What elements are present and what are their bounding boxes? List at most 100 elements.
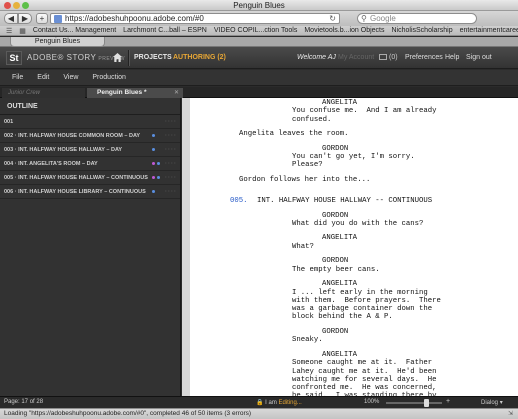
outline-item[interactable]: 002 · INT. HALFWAY HOUSE COMMON ROOM – D… <box>0 129 180 143</box>
doc-tab-penguin-blues[interactable]: Penguin Blues * ✕ <box>87 88 183 98</box>
my-account-link[interactable]: My Account <box>338 54 374 61</box>
dialogue-line[interactable]: with them. Before prayers. There <box>292 297 441 305</box>
lock-state: Editing... <box>278 400 302 406</box>
forward-button[interactable]: ▶ <box>18 13 32 24</box>
browser-tab[interactable]: Penguin Blues <box>10 37 105 47</box>
element-type-value: Dialog <box>481 400 499 406</box>
dialogue-line[interactable]: The empty beer cans. <box>292 266 380 274</box>
outline-item[interactable]: 004 · INT. ANGELITA'S ROOM – DAY ···· <box>0 157 180 171</box>
dialogue-line[interactable]: You confuse me. And I am already <box>292 107 437 115</box>
bookmark-item[interactable]: entertainmentcareers <box>460 27 518 34</box>
lock-prefix: I am <box>265 400 277 406</box>
nav-projects[interactable]: PROJECTS <box>134 54 172 61</box>
add-bookmark-button[interactable]: + <box>36 13 48 24</box>
back-arrow-icon: ◀ <box>7 14 15 23</box>
character-name[interactable]: ANGELITA <box>322 351 357 359</box>
zoom-value: 100% <box>364 399 380 405</box>
close-tab-icon[interactable]: ✕ <box>174 88 179 98</box>
outline-item-label: 001 <box>4 119 14 125</box>
dialogue-line[interactable]: Lahey caught me at it. He'd been <box>292 368 437 376</box>
character-name[interactable]: ANGELITA <box>322 280 357 288</box>
bookmark-item[interactable]: NicholisScholarship <box>392 27 453 34</box>
outline-item-handle-icon[interactable]: ···· <box>165 129 177 142</box>
outline-item[interactable]: 005 · INT. HALFWAY HOUSE HALLWAY – CONTI… <box>0 171 180 185</box>
bookmark-item[interactable]: Movietools.b...ion Objects <box>304 27 384 34</box>
lock-icon: 🔒 <box>256 400 264 406</box>
script-page[interactable]: ANGELITA You confuse me. And I am already… <box>190 98 518 396</box>
dialogue-line[interactable]: confronted me. He was concerned, <box>292 384 437 392</box>
outline-item[interactable]: 006 · INT. HALFWAY HOUSE LIBRARY – CONTI… <box>0 185 180 199</box>
character-name[interactable]: GORDON <box>322 257 348 265</box>
nav-authoring[interactable]: AUTHORING (2) <box>173 54 226 61</box>
character-name[interactable]: ANGELITA <box>322 99 357 107</box>
dialogue-line[interactable]: You can't go yet, I'm sorry. <box>292 153 415 161</box>
outline-title: OUTLINE <box>0 98 180 115</box>
character-name[interactable]: GORDON <box>322 212 348 220</box>
dialogue-line[interactable]: Sneaky. <box>292 336 323 344</box>
tag-dot-icon <box>152 176 155 179</box>
scene-number[interactable]: 005. <box>230 197 248 205</box>
zoom-slider[interactable] <box>386 399 442 407</box>
browser-status-bar: Loading "https://adobeshuhpoonu.adobe.co… <box>0 408 518 419</box>
address-bar[interactable]: https://adobeshuhpoonu.adobe.com/#0 ↻ <box>50 13 340 24</box>
dialogue-line[interactable]: was a garbage container down the <box>292 305 432 313</box>
help-link[interactable]: Help <box>445 54 459 61</box>
action-line[interactable]: Gordon follows her into the... <box>239 176 370 184</box>
dialogue-line[interactable]: confused. <box>292 116 331 124</box>
mail-icon[interactable] <box>379 54 387 60</box>
dialogue-line[interactable]: I ... left early in the morning <box>292 289 428 297</box>
character-name[interactable]: ANGELITA <box>322 234 357 242</box>
outline-item[interactable]: 001 ···· <box>0 115 180 129</box>
menu-production[interactable]: Production <box>92 74 125 81</box>
app-status-bar: Page: 17 of 28 🔒 I am Editing... 100% + … <box>0 396 518 408</box>
app-header: St ADOBE® STORY PREVIEW PROJECTS AUTHORIN… <box>0 47 518 69</box>
character-name[interactable]: GORDON <box>322 145 348 153</box>
script-workspace[interactable]: ANGELITA You confuse me. And I am already… <box>182 98 518 396</box>
dialogue-line[interactable]: watching me for several days. He <box>292 376 437 384</box>
preferences-link[interactable]: Preferences <box>405 54 443 61</box>
outline-item-handle-icon[interactable]: ···· <box>165 185 177 198</box>
dialogue-line[interactable]: Someone caught me at it. Father <box>292 359 432 367</box>
outline-item-handle-icon[interactable]: ···· <box>165 115 177 128</box>
dialogue-line[interactable]: What? <box>292 243 314 251</box>
character-name[interactable]: GORDON <box>322 328 348 336</box>
bookmark-item[interactable]: Contact Us... Management <box>33 27 116 34</box>
outline-item-handle-icon[interactable]: ···· <box>165 171 177 184</box>
menu-view[interactable]: View <box>63 74 78 81</box>
zoom-slider-handle[interactable] <box>423 399 429 407</box>
bookmarks-book-icon[interactable]: ☰ <box>6 27 12 35</box>
dialogue-line[interactable]: What did you do with the cans? <box>292 220 423 228</box>
tag-dot-icon <box>157 176 160 179</box>
dialogue-line[interactable]: Please? <box>292 161 323 169</box>
resize-grip-icon[interactable]: ⇲ <box>508 409 518 419</box>
mail-count: (0) <box>389 54 398 61</box>
bookmarks-grid-icon[interactable]: ▦ <box>19 27 26 35</box>
doc-tab-label: Penguin Blues * <box>97 89 147 96</box>
home-icon[interactable] <box>112 52 123 63</box>
zoom-in-icon[interactable]: + <box>446 398 450 405</box>
scene-heading[interactable]: INT. HALFWAY HOUSE HALLWAY -- CONTINUOUS <box>257 197 432 205</box>
element-type-select[interactable]: Dialog ▾ <box>481 399 503 406</box>
browser-tab-bar: Penguin Blues <box>0 37 518 47</box>
outline-item-handle-icon[interactable]: ···· <box>165 157 177 170</box>
menu-file[interactable]: File <box>12 74 23 81</box>
action-line[interactable]: Angelita leaves the room. <box>239 130 348 138</box>
site-favicon-icon <box>54 15 62 23</box>
plus-icon: + <box>39 14 45 23</box>
reload-icon[interactable]: ↻ <box>329 14 336 23</box>
sign-out-link[interactable]: Sign out <box>466 54 492 61</box>
bookmark-item[interactable]: VIDEO COPIL...ction Tools <box>214 27 298 34</box>
outline-list: 001 ···· 002 · INT. HALFWAY HOUSE COMMON R… <box>0 115 180 199</box>
doc-tab-junior-crew[interactable]: Junior Crew <box>2 88 85 98</box>
outline-item-handle-icon[interactable]: ···· <box>165 143 177 156</box>
dialogue-line[interactable]: block behind the A & P. <box>292 313 393 321</box>
menu-edit[interactable]: Edit <box>37 74 49 81</box>
address-bar-url: https://adobeshuhpoonu.adobe.com/#0 <box>65 14 204 23</box>
bookmark-item[interactable]: Larchmont C...ball – ESPN <box>123 27 207 34</box>
search-icon: ⚲ <box>361 14 367 23</box>
outline-item-label: 002 · INT. HALFWAY HOUSE COMMON ROOM – D… <box>4 133 141 139</box>
back-button[interactable]: ◀ <box>4 13 18 24</box>
outline-item[interactable]: 003 · INT. HALFWAY HOUSE HALLWAY – DAY ··… <box>0 143 180 157</box>
search-placeholder: Google <box>370 14 396 23</box>
search-input[interactable]: ⚲ Google <box>357 13 477 24</box>
